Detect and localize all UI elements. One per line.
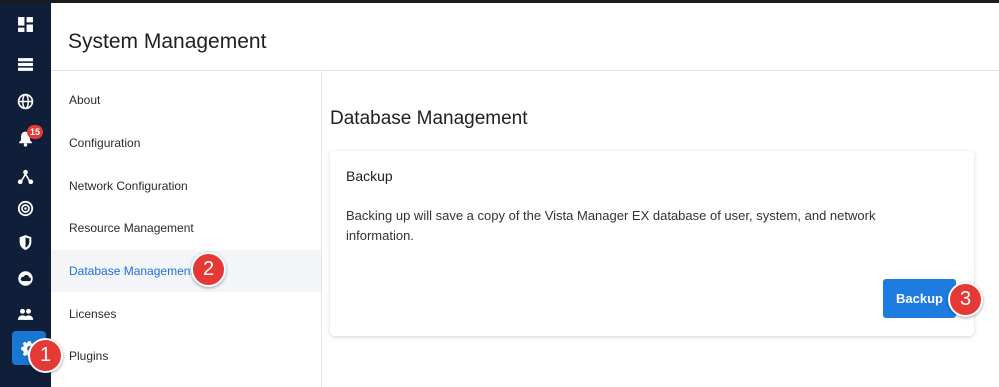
settings-subnav: About Configuration Network Configuratio… [51,71,322,387]
radar-icon [17,200,34,216]
users-icon [17,308,34,320]
backup-card: Backup Backing up will save a copy of th… [330,151,974,336]
callout-marker-3: 3 [948,282,983,317]
network-topology-icon [17,169,34,184]
section-title: Database Management [330,108,528,129]
list-icon [18,57,33,71]
shield-icon [19,234,32,250]
app-window: 15 System Management About Configuration… [0,0,999,387]
page-title: System Management [68,30,267,53]
subnav-item-licenses[interactable]: Licenses [51,293,321,335]
rail-item-topology[interactable] [0,161,51,191]
subnav-item-plugins[interactable]: Plugins [51,335,321,377]
cloud-icon [18,270,33,286]
subnav-item-network-configuration[interactable]: Network Configuration [51,165,321,207]
rail-item-cloud[interactable] [0,263,51,293]
rail-item-users[interactable] [0,299,51,329]
backup-button[interactable]: Backup [883,279,956,318]
rail-item-notifications[interactable]: 15 [0,123,51,153]
icon-rail: 15 [0,3,51,387]
subnav-item-database-management[interactable]: Database Management [51,250,321,292]
rail-item-dashboard[interactable] [0,9,51,39]
subnav-item-resource-management[interactable]: Resource Management [51,207,321,249]
rail-item-radar[interactable] [0,193,51,223]
dashboard-icon [18,16,33,32]
subnav-item-about[interactable]: About [51,79,321,121]
backup-card-title: Backup [346,168,393,184]
rail-item-security[interactable] [0,227,51,257]
notification-count-badge: 15 [27,125,44,139]
backup-description: Backing up will save a copy of the Vista… [346,208,876,243]
rail-item-list[interactable] [0,49,51,79]
callout-marker-1: 1 [28,338,63,373]
globe-icon [17,93,34,109]
window-top-border [0,0,999,3]
subnav-item-configuration[interactable]: Configuration [51,122,321,164]
callout-marker-2: 2 [191,252,226,287]
rail-item-globe[interactable] [0,86,51,116]
